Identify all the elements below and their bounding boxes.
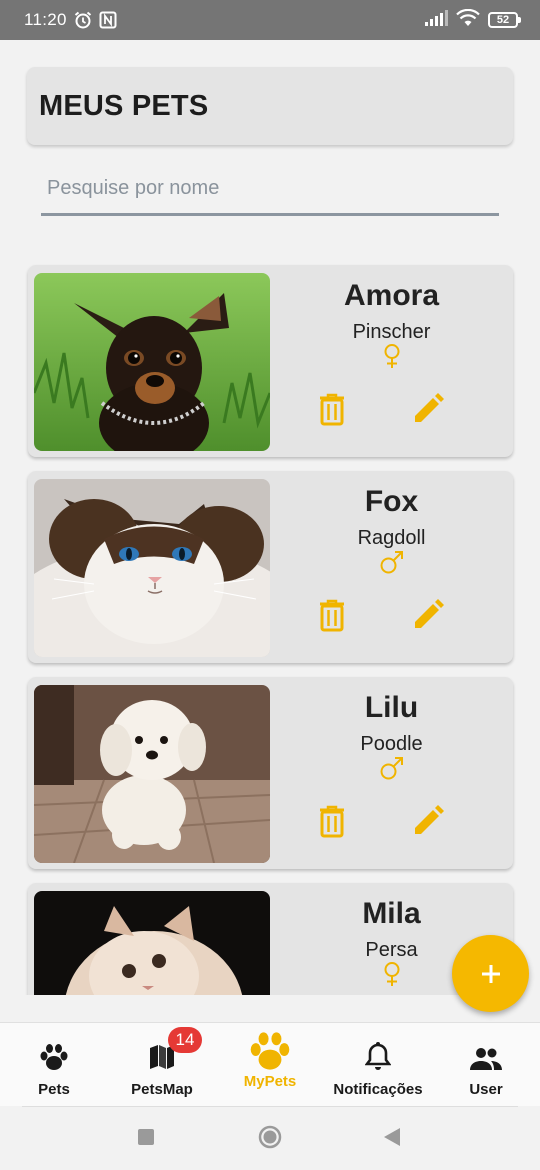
nav-item-mypets[interactable]: MyPets	[216, 1023, 324, 1106]
pet-breed: Pinscher	[352, 321, 431, 343]
pet-info: Amora Pinscher	[270, 265, 513, 457]
paw-icon	[247, 1032, 293, 1071]
trash-icon	[320, 805, 344, 838]
trash-icon	[320, 599, 344, 632]
edit-button[interactable]	[410, 389, 446, 429]
trash-icon	[320, 393, 344, 426]
male-icon	[270, 755, 513, 781]
pet-photo[interactable]	[34, 273, 270, 451]
pet-card[interactable]: Amora Pinscher	[28, 265, 513, 457]
nfc-icon	[99, 11, 117, 29]
pet-name: Mila	[362, 897, 421, 930]
status-time: 11:20	[24, 10, 67, 29]
plus-icon	[481, 964, 500, 983]
pet-card[interactable]: Lilu Poodle	[28, 677, 513, 869]
circle-icon	[258, 1125, 282, 1149]
pencil-icon	[415, 393, 444, 422]
pet-card[interactable]: Mila Persa	[28, 883, 513, 995]
status-bar: 11:20 52	[0, 0, 540, 40]
pet-name: Lilu	[364, 691, 419, 724]
delete-button[interactable]	[314, 595, 350, 635]
pet-photo[interactable]	[34, 891, 270, 995]
pet-name: Fox	[364, 485, 419, 518]
nav-label: MyPets	[243, 1073, 297, 1090]
pet-name: Amora	[343, 279, 440, 312]
signal-icon	[424, 9, 448, 31]
page-title: MEUS PETS	[39, 89, 209, 122]
back-triangle-icon	[384, 1128, 400, 1146]
header-card: MEUS PETS	[27, 67, 513, 145]
delete-button[interactable]	[314, 389, 350, 429]
nav-item-pets[interactable]: Pets	[0, 1023, 108, 1106]
pet-breed: Ragdoll	[357, 527, 426, 549]
nav-label: PetsMap	[131, 1081, 193, 1098]
edit-button[interactable]	[410, 801, 446, 841]
system-nav-bar	[0, 1106, 540, 1170]
battery-indicator: 52	[488, 12, 521, 28]
male-icon	[270, 549, 513, 575]
pet-info: Fox Ragdoll	[270, 471, 513, 663]
pencil-icon	[415, 805, 444, 834]
add-pet-button[interactable]	[452, 935, 529, 1012]
nav-item-user[interactable]: User	[432, 1023, 540, 1106]
nav-label: User	[469, 1081, 503, 1098]
square-icon	[138, 1129, 154, 1145]
pet-photo[interactable]	[34, 479, 270, 657]
people-icon	[469, 1039, 503, 1071]
nav-item-petsmap[interactable]: 14 PetsMap	[108, 1023, 216, 1106]
alarm-icon	[73, 10, 93, 30]
notification-badge: 14	[168, 1027, 202, 1053]
pet-breed: Poodle	[360, 733, 423, 755]
wifi-icon	[456, 8, 480, 32]
nav-label: Notificações	[333, 1081, 423, 1098]
pet-card[interactable]: Fox Ragdoll	[28, 471, 513, 663]
bell-icon	[365, 1039, 391, 1071]
female-icon	[270, 343, 513, 369]
pet-photo[interactable]	[34, 685, 270, 863]
edit-button[interactable]	[410, 595, 446, 635]
bottom-nav: Pets 14 PetsMap MyPets Notificações User	[0, 1022, 540, 1106]
pet-info: Lilu Poodle	[270, 677, 513, 869]
paw-icon	[39, 1039, 69, 1071]
pencil-icon	[415, 599, 444, 628]
pet-list[interactable]: Amora Pinscher Fox Ragdoll Lilu Poodle M…	[0, 262, 540, 995]
nav-item-notificacoes[interactable]: Notificações	[324, 1023, 432, 1106]
delete-button[interactable]	[314, 801, 350, 841]
nav-label: Pets	[38, 1081, 70, 1098]
divider	[22, 1106, 518, 1107]
recents-button[interactable]	[137, 1128, 155, 1151]
search-input[interactable]	[41, 160, 499, 216]
home-button[interactable]	[258, 1125, 282, 1154]
back-button[interactable]	[383, 1127, 401, 1152]
